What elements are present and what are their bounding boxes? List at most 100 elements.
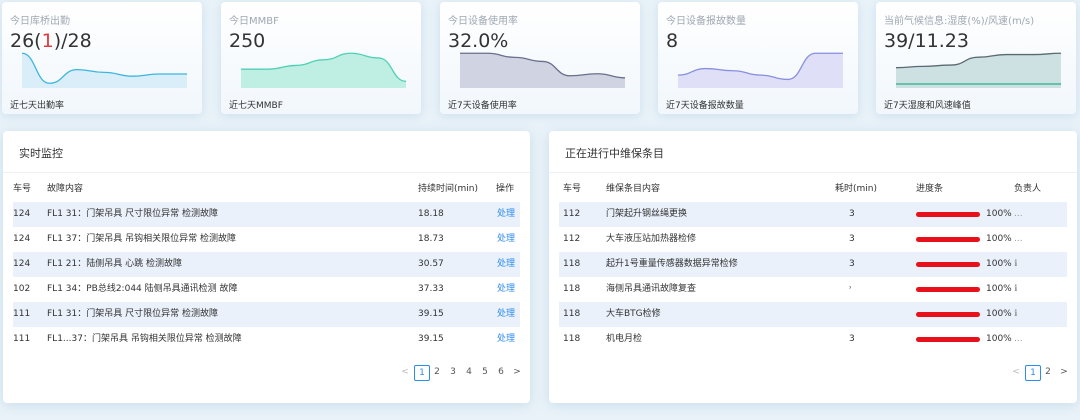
kpi-sparkline bbox=[895, 52, 1062, 88]
col-item: 维保条目内容 bbox=[606, 184, 661, 194]
maintenance-panel: 正在进行中维保条目 车号 维保条目内容 耗时(min) 进度条 负责人 112 门… bbox=[549, 131, 1077, 403]
page-2-button[interactable]: 2 bbox=[430, 365, 444, 379]
handle-link[interactable]: 处理 bbox=[497, 302, 515, 327]
prev-page-button[interactable]: < bbox=[398, 365, 412, 379]
cell-owner: ... bbox=[1014, 334, 1023, 344]
kpi-card-usage[interactable]: 今日设备使用率 32.0% 近7天设备使用率 bbox=[440, 2, 640, 114]
kpi-card-weather[interactable]: 当前气候信息:湿度(%)/风速(m/s) 39/11.23 近7天湿度和风速峰值 bbox=[876, 2, 1076, 114]
col-action: 操作 bbox=[496, 184, 515, 194]
cell-item: 海侧吊具通讯故障复查 bbox=[606, 284, 697, 294]
cell-car: 118 bbox=[563, 334, 581, 344]
sparkline-area bbox=[460, 53, 625, 88]
panel-title: 正在进行中维保条目 bbox=[565, 147, 664, 160]
table-row: 112 大车液压站加热器检修 3 100%... bbox=[559, 227, 1067, 252]
kpi-footer: 近七天出勤率 bbox=[10, 101, 65, 111]
progress-bar bbox=[916, 262, 980, 267]
col-car: 车号 bbox=[563, 184, 582, 194]
cell-car: 102 bbox=[13, 284, 31, 294]
divider bbox=[3, 172, 530, 173]
cell-car: 118 bbox=[563, 309, 581, 319]
cell-item: 起升1号重量传感器数据异常检修 bbox=[606, 259, 738, 269]
page-2-button[interactable]: 2 bbox=[1041, 365, 1055, 379]
cell-duration: 39.15 bbox=[418, 334, 444, 344]
cell-car: 111 bbox=[13, 309, 31, 319]
cell-duration: 18.73 bbox=[418, 234, 444, 244]
progress-label: 100% bbox=[986, 309, 1012, 319]
kpi-footer: 近7天湿度和风速峰值 bbox=[884, 101, 971, 111]
next-page-button[interactable]: > bbox=[510, 365, 524, 379]
page-5-button[interactable]: 5 bbox=[478, 365, 492, 379]
table-row: 124 FL1 37：门架吊具 吊钩相关限位异常 检测故障 18.73 处理 bbox=[13, 227, 520, 252]
progress-bar bbox=[916, 337, 980, 342]
kpi-sparkline bbox=[460, 52, 626, 88]
progress-label: 100% bbox=[986, 259, 1012, 269]
progress-bar bbox=[916, 312, 980, 317]
col-fault: 故障内容 bbox=[47, 184, 84, 194]
table-row: 102 FL1 34：PB总线2:044 陆侧吊具通讯检测 故障 37.33 处理 bbox=[13, 277, 520, 302]
cell-car: 118 bbox=[563, 284, 581, 294]
cell-duration: 30.57 bbox=[418, 259, 444, 269]
progress-bar bbox=[916, 287, 980, 292]
progress-label: 100% bbox=[986, 209, 1012, 219]
cell-time: 3 bbox=[849, 259, 855, 269]
kpi-title: 当前气候信息:湿度(%)/风速(m/s) bbox=[884, 16, 1035, 27]
cell-item: 大车液压站加热器检修 bbox=[606, 234, 697, 244]
cell-item: 大车BTG检修 bbox=[606, 309, 661, 319]
progress-bar bbox=[916, 237, 980, 242]
kpi-card-faults[interactable]: 今日设备报故数量 8 近7天设备报故数量 bbox=[658, 2, 858, 114]
handle-link[interactable]: 处理 bbox=[497, 202, 515, 227]
pagination: <1 2 3 4 5 6 > bbox=[398, 365, 521, 381]
page-1-button[interactable]: 1 bbox=[414, 365, 430, 381]
kpi-card-attendance[interactable]: 今日库桥出勤 26(1)/28 近七天出勤率 bbox=[2, 2, 202, 114]
cell-car: 112 bbox=[563, 209, 581, 219]
handle-link[interactable]: 处理 bbox=[497, 227, 515, 252]
table-row: 118 起升1号重量传感器数据异常检修 3 100% ℹ bbox=[559, 252, 1067, 277]
prev-page-button[interactable]: < bbox=[1009, 365, 1023, 379]
pagination: <1 2 > bbox=[1009, 365, 1068, 381]
kpi-footer: 近7天设备使用率 bbox=[448, 101, 517, 111]
kpi-card-mmbf[interactable]: 今日MMBF 250 近七天MMBF bbox=[221, 2, 421, 114]
cell-duration: 39.15 bbox=[418, 309, 444, 319]
cell-car: 111 bbox=[13, 334, 31, 344]
cell-fault: FL1...37：门架吊具 吊钩相关限位异常 检测故障 bbox=[47, 334, 242, 344]
cell-duration: 37.33 bbox=[418, 284, 444, 294]
page-1-button[interactable]: 1 bbox=[1025, 365, 1041, 381]
next-page-button[interactable]: > bbox=[1057, 365, 1071, 379]
kpi-row: 今日库桥出勤 26(1)/28 近七天出勤率 今日MMBF 250 近七天MMB… bbox=[0, 0, 1080, 118]
cell-fault: FL1 34：PB总线2:044 陆侧吊具通讯检测 故障 bbox=[47, 284, 238, 294]
page-3-button[interactable]: 3 bbox=[446, 365, 460, 379]
cell-duration: 18.18 bbox=[418, 209, 444, 219]
progress-bar bbox=[916, 212, 980, 217]
divider bbox=[549, 172, 1077, 173]
cell-fault: FL1 31：门架吊具 尺寸限位异常 检测故障 bbox=[47, 309, 218, 319]
col-progress: 进度条 bbox=[916, 184, 944, 194]
handle-link[interactable]: 处理 bbox=[497, 327, 515, 352]
table-row: 118 大车BTG检修 100% ℹ bbox=[559, 302, 1067, 327]
kpi-sparkline bbox=[240, 52, 407, 88]
cell-car: 124 bbox=[13, 259, 31, 269]
cell-fault: FL1 37：门架吊具 吊钩相关限位异常 检测故障 bbox=[47, 234, 236, 244]
cell-owner: ℹ bbox=[1014, 259, 1018, 269]
progress-label: 100% bbox=[986, 334, 1012, 344]
progress-label: 100% bbox=[986, 284, 1012, 294]
table-header: 车号 故障内容 持续时间(min) 操作 bbox=[13, 177, 520, 202]
cell-fault: FL1 31：门架吊具 尺寸限位异常 检测故障 bbox=[47, 209, 218, 219]
handle-link[interactable]: 处理 bbox=[497, 277, 515, 302]
cell-time: ˒ bbox=[849, 284, 852, 294]
kpi-footer: 近7天设备报故数量 bbox=[666, 101, 744, 111]
handle-link[interactable]: 处理 bbox=[497, 252, 515, 277]
col-duration: 持续时间(min) bbox=[418, 184, 478, 194]
table-row: 124 FL1 31：门架吊具 尺寸限位异常 检测故障 18.18 处理 bbox=[13, 202, 520, 227]
page-6-button[interactable]: 6 bbox=[494, 365, 508, 379]
kpi-title: 今日库桥出勤 bbox=[10, 16, 70, 27]
page-4-button[interactable]: 4 bbox=[462, 365, 476, 379]
table-row: 112 门架起升钢丝绳更换 3 100%... bbox=[559, 202, 1067, 227]
panel-title: 实时监控 bbox=[19, 147, 63, 160]
sparkline-area bbox=[896, 53, 1061, 88]
cell-time: 3 bbox=[849, 209, 855, 219]
cell-car: 118 bbox=[563, 259, 581, 269]
kpi-title: 今日设备报故数量 bbox=[666, 16, 746, 27]
col-car: 车号 bbox=[13, 184, 32, 194]
cell-owner: ℹ bbox=[1014, 284, 1018, 294]
cell-owner: ... bbox=[1014, 234, 1023, 244]
